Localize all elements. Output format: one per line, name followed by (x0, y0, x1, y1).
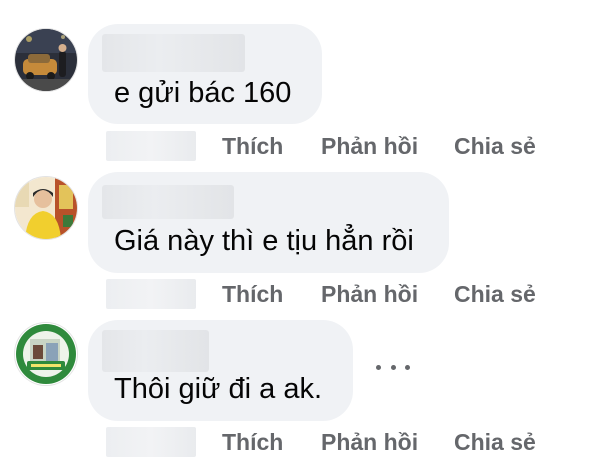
share-button[interactable]: Chia sẻ (454, 429, 536, 456)
comment-bubble: Thôi giữ đi a ak. (88, 320, 353, 421)
redacted-author-name (102, 185, 234, 219)
car-photo-avatar-icon[interactable] (14, 28, 78, 92)
share-button[interactable]: Chia sẻ (454, 281, 536, 308)
like-button[interactable]: Thích (222, 281, 283, 308)
comment-text: e gửi bác 160 (114, 77, 292, 109)
reply-button[interactable]: Phản hồi (321, 429, 418, 456)
comment-text: Thôi giữ đi a ak. (114, 373, 323, 405)
reply-button[interactable]: Phản hồi (321, 133, 418, 160)
redacted-timestamp (106, 131, 196, 161)
redacted-timestamp (106, 279, 196, 309)
redacted-timestamp (106, 427, 196, 457)
comment-bubble: Giá này thì e tịu hẳn rồi (88, 172, 449, 273)
redacted-author-name (102, 34, 245, 72)
comment-thread: e gửi bác 160 Thích Phản hồi Chia sẻ Giá… (0, 0, 616, 466)
dot-icon (376, 364, 381, 370)
comment-text: Giá này thì e tịu hẳn rồi (114, 225, 414, 257)
comment-item: Thôi giữ đi a ak. Thích Phản hồi Chia sẻ (0, 320, 616, 466)
dot-icon (405, 364, 410, 370)
comment-item: Giá này thì e tịu hẳn rồi Thích Phản hồi… (0, 172, 616, 322)
comment-item: e gửi bác 160 Thích Phản hồi Chia sẻ (0, 24, 616, 174)
redacted-author-name (102, 330, 209, 372)
person-photo-avatar-icon[interactable] (14, 176, 78, 240)
comment-bubble: e gửi bác 160 (88, 24, 322, 124)
more-options-icon[interactable] (376, 357, 410, 377)
like-button[interactable]: Thích (222, 429, 283, 456)
share-button[interactable]: Chia sẻ (454, 133, 536, 160)
reply-button[interactable]: Phản hồi (321, 281, 418, 308)
like-button[interactable]: Thích (222, 133, 283, 160)
dot-icon (390, 364, 396, 370)
shop-logo-avatar-icon[interactable] (14, 322, 78, 386)
